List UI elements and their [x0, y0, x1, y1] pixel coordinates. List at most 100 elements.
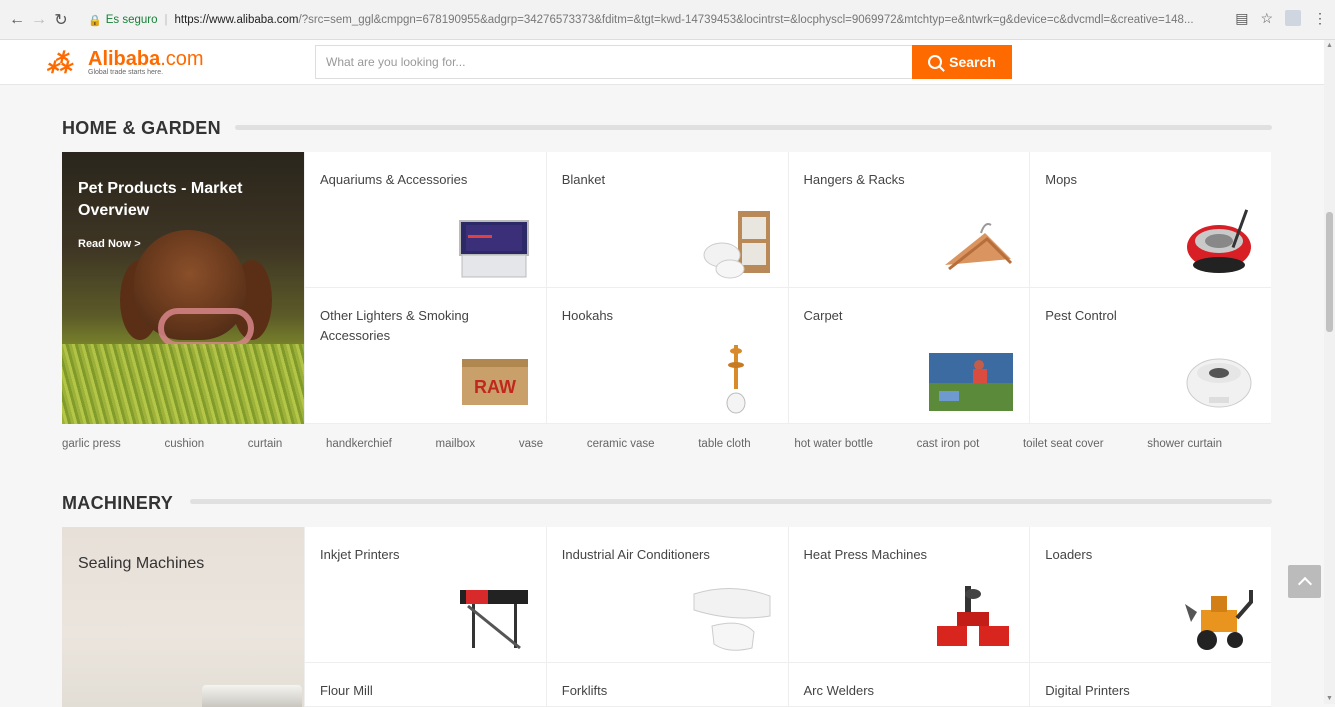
category-label: Digital Printers — [1045, 683, 1130, 698]
category-heat-press-machines[interactable]: Heat Press Machines — [787, 527, 1030, 663]
category-forklifts[interactable]: Forklifts — [545, 663, 788, 707]
keyword-link[interactable]: shower curtain — [1147, 438, 1222, 450]
chevron-up-icon — [1297, 576, 1312, 591]
raw-box-image: RAW — [458, 343, 530, 415]
machinery-grid: Sealing Machines Inkjet Printers Industr… — [62, 527, 1271, 707]
grass-image — [62, 344, 304, 424]
url-path: /?src=sem_ggl&cmpgn=678190955&adgrp=3427… — [298, 14, 1194, 26]
back-arrow-icon[interactable]: ← — [6, 9, 28, 31]
category-label: Aquariums & Accessories — [320, 172, 468, 187]
category-inkjet-printers[interactable]: Inkjet Printers — [304, 527, 546, 663]
category-label: Carpet — [803, 308, 843, 323]
carpet-image — [929, 343, 1014, 415]
keyword-link[interactable]: toilet seat cover — [1023, 438, 1104, 450]
category-carpet[interactable]: Carpet — [787, 288, 1030, 424]
category-label: Loaders — [1045, 547, 1093, 562]
mop-bucket-image — [1183, 207, 1255, 279]
keyword-link[interactable]: garlic press — [62, 438, 121, 450]
category-hangers-racks[interactable]: Hangers & Racks — [787, 152, 1030, 288]
raw-box-text: RAW — [474, 377, 516, 397]
category-label: Forklifts — [561, 683, 608, 698]
url-host: https://www.alibaba.com — [174, 14, 299, 26]
loader-image — [1183, 582, 1255, 654]
category-label: Blanket — [561, 172, 606, 187]
category-lighters-smoking[interactable]: Other Lighters & Smoking Accessories RAW — [304, 288, 546, 424]
logo-tagline: Global trade starts here. — [88, 69, 164, 76]
keyword-link[interactable]: curtain — [248, 438, 283, 450]
hero-pet-products[interactable]: Pet Products - Market Overview Read Now … — [62, 152, 304, 424]
category-label: Pest Control — [1045, 308, 1117, 323]
category-label: Inkjet Printers — [320, 547, 400, 562]
search-button[interactable]: Search — [912, 45, 1012, 79]
category-arc-welders[interactable]: Arc Welders — [787, 663, 1030, 707]
site-header: ⁂ Alibaba.com Global trade starts here. … — [0, 40, 1324, 85]
blanket-image — [700, 207, 772, 279]
category-mops[interactable]: Mops — [1029, 152, 1271, 288]
bookmark-star-icon[interactable]: ☆ — [1260, 10, 1273, 27]
logo-text: Alibaba.com — [88, 48, 204, 70]
read-now-link[interactable]: Read Now > — [78, 238, 141, 250]
lock-icon: 🔒 — [88, 14, 102, 27]
extension-icon[interactable] — [1285, 10, 1301, 26]
air-conditioner-image — [692, 582, 772, 654]
category-label: Arc Welders — [803, 683, 875, 698]
category-label: Hangers & Racks — [803, 172, 905, 187]
forward-arrow-icon[interactable]: → — [28, 9, 50, 31]
category-industrial-air-conditioners[interactable]: Industrial Air Conditioners — [545, 527, 788, 663]
address-bar[interactable]: 🔒 Es seguro | https://www.alibaba.com/?s… — [88, 8, 1228, 32]
inkjet-printer-image — [458, 582, 530, 654]
category-label: Other Lighters & Smoking Accessories — [320, 308, 469, 343]
search-input[interactable]: What are you looking for... — [315, 45, 913, 79]
translate-icon[interactable]: ▤ — [1235, 10, 1248, 27]
secure-label: Es seguro — [105, 14, 158, 26]
category-label: Heat Press Machines — [803, 547, 928, 562]
section-title-home-garden: HOME & GARDEN — [62, 118, 221, 138]
home-garden-grid: Pet Products - Market Overview Read Now … — [62, 152, 1271, 424]
keyword-link[interactable]: mailbox — [436, 438, 476, 450]
category-label: Hookahs — [561, 308, 614, 323]
hero-title: Pet Products - Market Overview — [78, 180, 243, 219]
browser-actions: ▤ ☆ ⋮ — [1235, 10, 1327, 27]
reload-icon[interactable]: ↻ — [50, 9, 72, 31]
keyword-link[interactable]: handkerchief — [326, 438, 392, 450]
category-blanket[interactable]: Blanket — [545, 152, 788, 288]
category-pest-control[interactable]: Pest Control — [1029, 288, 1271, 424]
category-label: Flour Mill — [320, 683, 373, 698]
category-aquariums[interactable]: Aquariums & Accessories — [304, 152, 546, 288]
category-cells: Inkjet Printers Industrial Air Condition… — [304, 527, 1271, 707]
aquarium-image — [458, 207, 530, 279]
hookah-image — [700, 343, 772, 415]
logo-swoosh-icon: ⁂ — [46, 48, 72, 78]
scrollbar-thumb[interactable] — [1326, 212, 1333, 332]
search-icon — [928, 55, 943, 69]
address-separator: | — [164, 14, 168, 26]
rope-toy-image — [158, 308, 254, 348]
scroll-down-icon[interactable]: ▼ — [1326, 695, 1333, 702]
category-flour-mill[interactable]: Flour Mill — [304, 663, 546, 707]
keyword-link[interactable]: ceramic vase — [587, 438, 655, 450]
hero-sealing-machines[interactable]: Sealing Machines — [62, 527, 304, 707]
category-label: Industrial Air Conditioners — [561, 547, 710, 562]
heat-press-image — [933, 582, 1013, 654]
category-loaders[interactable]: Loaders — [1029, 527, 1271, 663]
keyword-link[interactable]: table cloth — [698, 438, 750, 450]
keyword-link[interactable]: vase — [519, 438, 543, 450]
keyword-link[interactable]: hot water bottle — [794, 438, 873, 450]
back-to-top-button[interactable] — [1288, 565, 1321, 598]
keyword-links: garlic press cushion curtain handkerchie… — [62, 438, 1222, 450]
browser-toolbar: ← → ↻ 🔒 Es seguro | https://www.alibaba.… — [0, 0, 1335, 40]
page-scrollbar[interactable]: ▲ ▼ — [1324, 40, 1335, 704]
pest-control-image — [1183, 343, 1255, 415]
section-divider — [190, 499, 1272, 504]
hero-title: Sealing Machines — [78, 555, 205, 572]
category-hookahs[interactable]: Hookahs — [545, 288, 788, 424]
category-label: Mops — [1045, 172, 1078, 187]
hanger-image — [941, 207, 1013, 279]
alibaba-logo[interactable]: ⁂ Alibaba.com Global trade starts here. — [46, 49, 206, 77]
keyword-link[interactable]: cushion — [164, 438, 204, 450]
scroll-up-icon[interactable]: ▲ — [1326, 42, 1333, 49]
menu-dots-icon[interactable]: ⋮ — [1313, 10, 1327, 27]
category-cells: Aquariums & Accessories Blanket Hangers … — [304, 152, 1271, 424]
category-digital-printers[interactable]: Digital Printers — [1029, 663, 1271, 707]
keyword-link[interactable]: cast iron pot — [917, 438, 980, 450]
